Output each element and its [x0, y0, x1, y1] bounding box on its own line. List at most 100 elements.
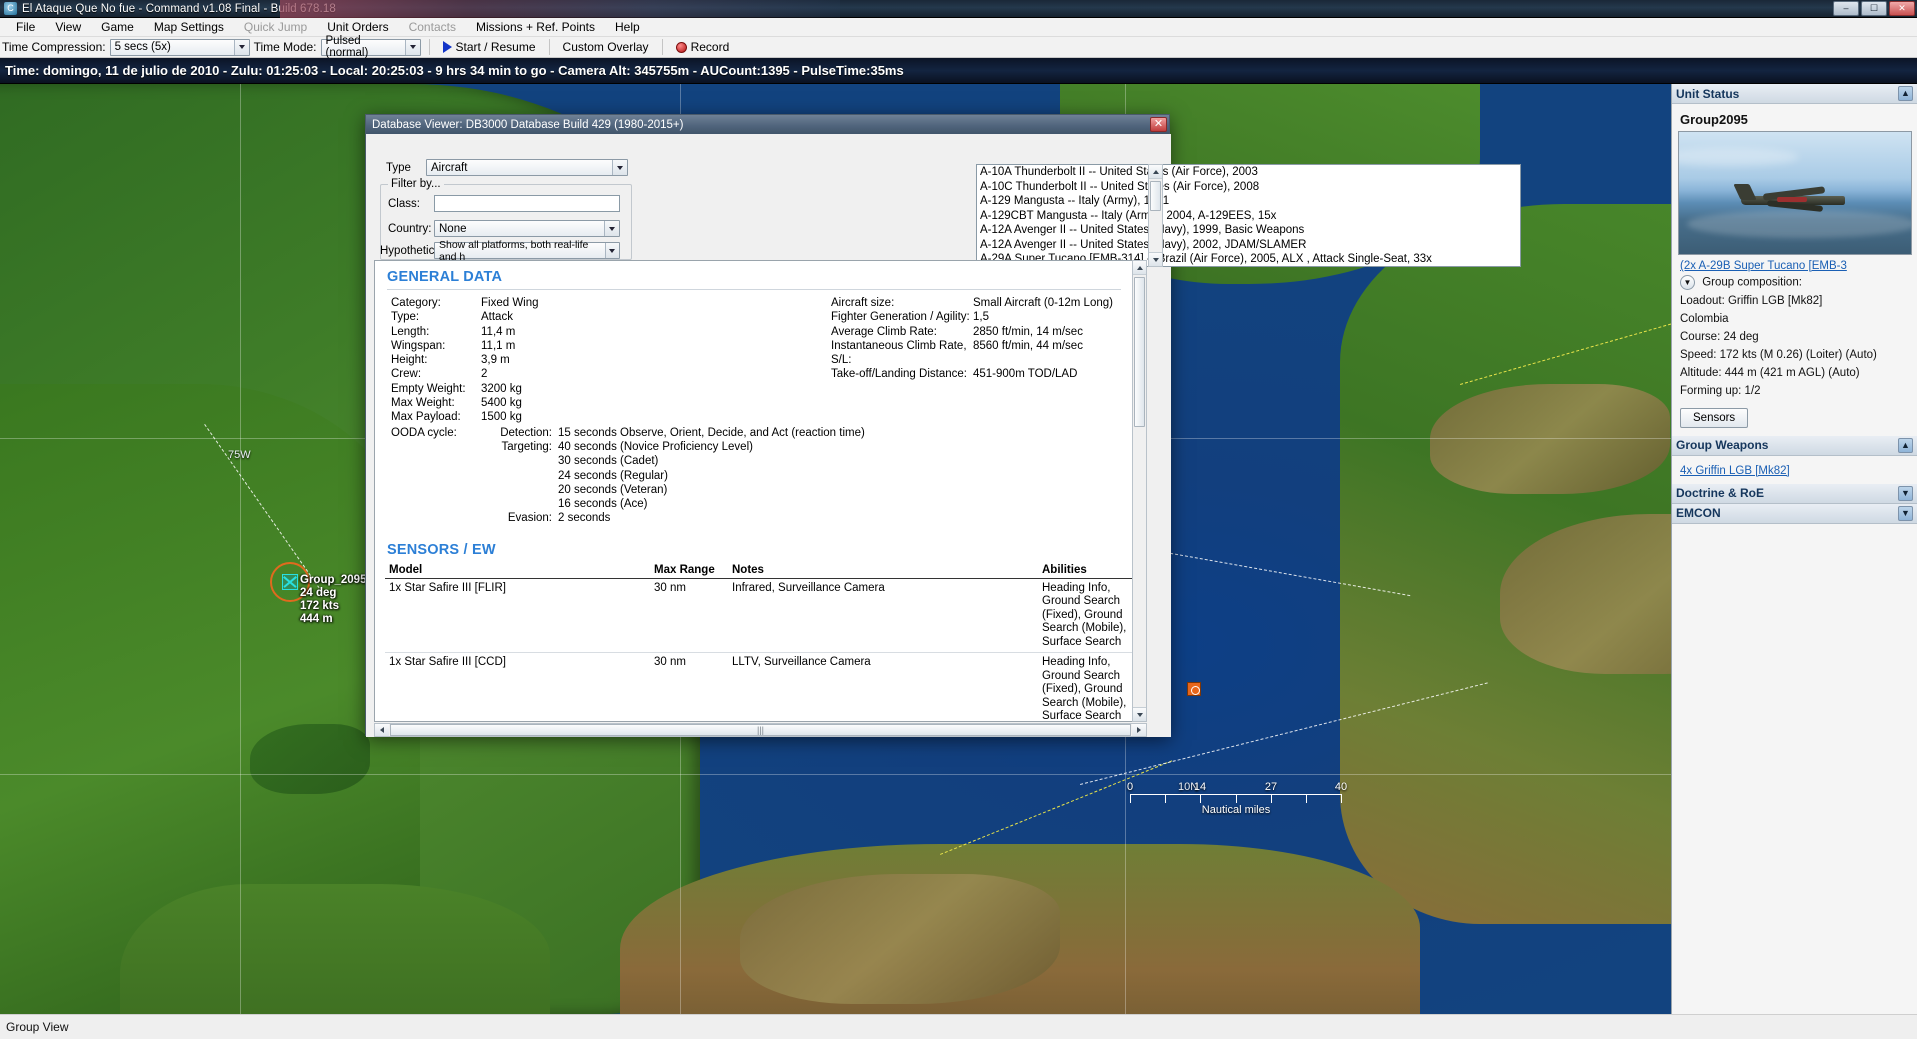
menu-item-missions-ref-points[interactable]: Missions + Ref. Points: [466, 18, 605, 36]
map-scale-bar: 0 14 27 40 Nautical miles: [1126, 781, 1350, 816]
country-select[interactable]: None: [434, 220, 620, 237]
scroll-up-icon[interactable]: [1149, 165, 1162, 179]
field-value: 3200 kg: [481, 382, 522, 395]
chevron-down-icon[interactable]: ▼: [1680, 275, 1695, 290]
ooda-value: 15 seconds Observe, Orient, Decide, and …: [558, 426, 865, 439]
bottom-status-text: Group View: [6, 1020, 69, 1034]
menu-item-help[interactable]: Help: [605, 18, 650, 36]
list-item[interactable]: A-10A Thunderbolt II -- United States (A…: [977, 165, 1520, 180]
country-value: None: [439, 222, 467, 235]
list-item[interactable]: A-10C Thunderbolt II -- United States (A…: [977, 180, 1520, 195]
database-viewer-dialog[interactable]: Database Viewer: DB3000 Database Build 4…: [365, 114, 1521, 737]
record-icon: [675, 41, 687, 53]
scrollbar-thumb[interactable]: |||: [390, 724, 1131, 736]
scroll-down-icon[interactable]: [1149, 252, 1162, 266]
dialog-titlebar: Database Viewer: DB3000 Database Build 4…: [366, 115, 1169, 134]
list-item[interactable]: A-129CBT Mangusta -- Italy (Army), 2004,…: [977, 209, 1520, 224]
group-weapons-body: 4x Griffin LGB [Mk82]: [1672, 456, 1917, 484]
scroll-up-icon[interactable]: [1133, 261, 1146, 275]
scale-bar-caption: Nautical miles: [1201, 804, 1271, 816]
loadout-text: Loadout: Griffin LGB [Mk82]: [1680, 294, 1823, 307]
menu-item-unit-orders[interactable]: Unit Orders: [317, 18, 398, 36]
scroll-down-icon[interactable]: [1133, 707, 1146, 721]
close-button[interactable]: ✕: [1889, 1, 1915, 16]
chevron-down-icon[interactable]: ▼: [1898, 505, 1913, 521]
menu-item-view[interactable]: View: [45, 18, 91, 36]
menu-item-game[interactable]: Game: [91, 18, 144, 36]
column-header-range: Max Range: [650, 561, 728, 579]
class-input[interactable]: [434, 195, 620, 212]
dialog-title: Database Viewer: DB3000 Database Build 4…: [372, 118, 684, 131]
chevron-down-icon: [404, 39, 420, 55]
forming-up-text: Forming up: 1/2: [1680, 384, 1761, 397]
maximize-button[interactable]: ☐: [1861, 1, 1887, 16]
minimize-button[interactable]: –: [1833, 1, 1859, 16]
time-mode-label: Time Mode:: [253, 40, 317, 54]
start-resume-button[interactable]: Start / Resume: [438, 39, 541, 55]
ooda-key: [481, 469, 558, 483]
chevron-down-icon: [604, 221, 619, 236]
cell-abilities: Heading Info, Ground Search (Fixed), Gro…: [1038, 578, 1139, 654]
list-item[interactable]: A-129 Mangusta -- Italy (Army), 1991: [977, 194, 1520, 209]
panel-header-emcon[interactable]: EMCON ▼: [1672, 503, 1917, 524]
type-select[interactable]: Aircraft: [426, 159, 628, 176]
window-titlebar: C El Ataque Que No fue - Command v1.08 F…: [0, 0, 1917, 18]
toolbar-divider: [661, 39, 663, 55]
listbox-scrollbar[interactable]: [1148, 164, 1163, 267]
hypothetical-select[interactable]: Show all platforms, both real-life and h: [434, 239, 620, 263]
panel-header-doctrine-roe[interactable]: Doctrine & RoE ▼: [1672, 483, 1917, 504]
chevron-up-icon[interactable]: ▲: [1898, 437, 1913, 453]
panel-header-group-weapons[interactable]: Group Weapons ▲: [1672, 435, 1917, 456]
field-value: Fixed Wing: [481, 297, 539, 309]
unit-label-altitude: 444 m: [300, 613, 333, 625]
scrollbar-thumb[interactable]: [1134, 277, 1145, 427]
time-mode-select[interactable]: Pulsed (normal): [320, 35, 421, 59]
platform-listbox[interactable]: A-10A Thunderbolt II -- United States (A…: [976, 164, 1521, 267]
panel-header-unit-status[interactable]: Unit Status ▲: [1672, 84, 1917, 104]
group-weapons-link[interactable]: 4x Griffin LGB [Mk82]: [1680, 465, 1909, 477]
general-data-row: Instantaneous Climb Rate, S/L: 8560 ft/mi…: [823, 339, 1113, 368]
details-pane[interactable]: GENERAL DATA Category: Fixed Wing Type: At…: [374, 260, 1147, 722]
field-key: Fighter Generation / Agility:: [831, 311, 970, 324]
menu-item-quick-jump: Quick Jump: [243, 20, 308, 34]
map-gridline-lat: [0, 774, 1671, 775]
custom-overlay-button[interactable]: Custom Overlay: [558, 39, 654, 55]
unit-label-course: 24 deg: [300, 587, 337, 599]
details-pane-scrollbar[interactable]: [1132, 260, 1147, 722]
field-key: Empty Weight:: [391, 382, 466, 395]
scale-tick-0: 0: [1126, 781, 1134, 793]
dialog-horizontal-scrollbar[interactable]: |||: [374, 723, 1147, 737]
general-data-row: Type: Attack: [383, 310, 823, 324]
map-gridline-lon: [240, 84, 241, 1014]
type-value: Aircraft: [431, 161, 468, 174]
field-key: Max Weight:: [391, 397, 455, 410]
ooda-row: Targeting: 40 seconds (Novice Proficiency…: [481, 440, 865, 454]
field-value: 3,9 m: [481, 354, 510, 367]
time-compression-select[interactable]: 5 secs (5x): [109, 38, 250, 56]
group-composition-row[interactable]: ▼ Group composition:: [1680, 275, 1909, 291]
menu-item-map-settings[interactable]: Map Settings: [144, 18, 234, 36]
field-key: Type:: [391, 311, 420, 324]
ooda-row: 24 seconds (Regular): [481, 469, 865, 483]
scroll-right-icon[interactable]: [1132, 724, 1146, 736]
chevron-down-icon[interactable]: ▼: [1898, 485, 1913, 501]
scrollbar-thumb[interactable]: [1150, 181, 1161, 211]
field-key: Category:: [391, 297, 441, 309]
scroll-left-icon[interactable]: [375, 724, 389, 736]
chevron-up-icon[interactable]: ▲: [1898, 86, 1913, 101]
map-terrain-highland: [740, 874, 1060, 1004]
unit-link[interactable]: (2x A-29B Super Tucano [EMB-3: [1680, 260, 1909, 272]
ooda-key: Evasion:: [507, 512, 552, 525]
dialog-close-icon[interactable]: ✕: [1150, 117, 1167, 132]
map-contact-marker[interactable]: [1187, 682, 1201, 696]
sensors-table: Model Max Range Notes Abilities 1x Star …: [385, 561, 1139, 721]
menu-item-file[interactable]: File: [6, 18, 45, 36]
list-item[interactable]: A-12A Avenger II -- United States (Navy)…: [977, 238, 1520, 253]
general-data-row: Fighter Generation / Agility: 1,5: [823, 310, 1113, 324]
cell-notes: Infrared, Surveillance Camera: [728, 578, 1038, 654]
ooda-lines: Detection: 15 seconds Observe, Orient, De…: [481, 426, 865, 526]
list-item[interactable]: A-12A Avenger II -- United States (Navy)…: [977, 223, 1520, 238]
sensors-button[interactable]: Sensors: [1680, 407, 1749, 428]
record-button[interactable]: Record: [671, 39, 735, 55]
unit-status-title: Unit Status: [1676, 86, 1740, 101]
